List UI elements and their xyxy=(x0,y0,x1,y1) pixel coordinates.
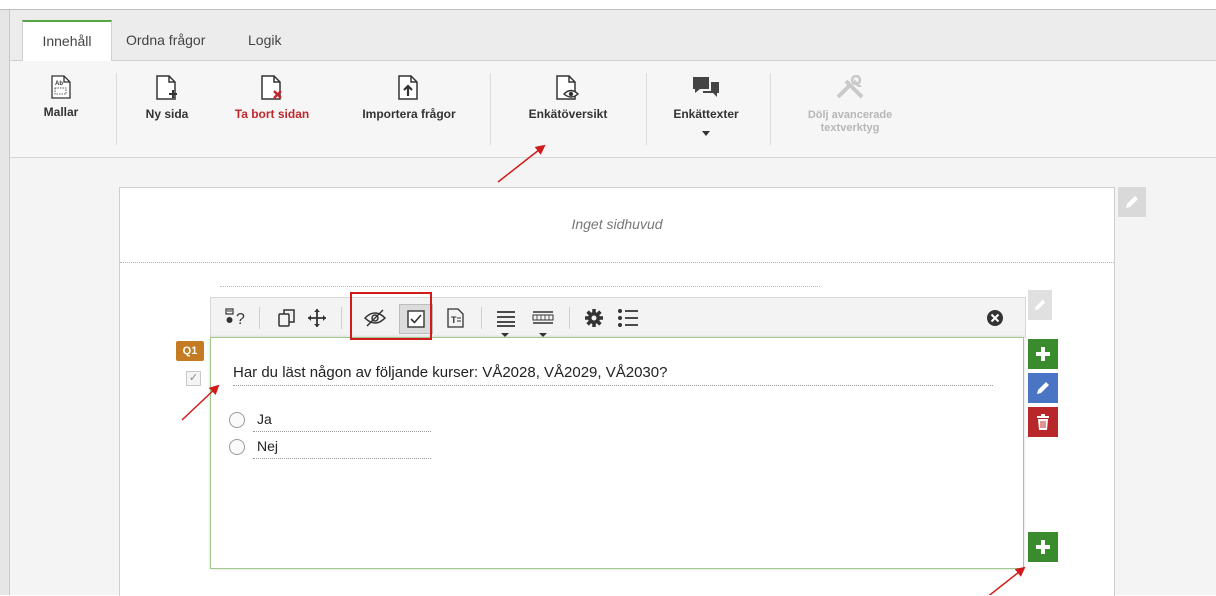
importera-fragor-label: Importera frågor xyxy=(362,107,456,121)
ta-bort-sidan-button[interactable]: Ta bort sidan xyxy=(226,75,318,121)
question-number-badge: Q1 xyxy=(176,341,204,361)
page-header-placeholder: Inget sidhuvud xyxy=(571,216,663,232)
ribbon-separator xyxy=(490,73,491,145)
mallar-button[interactable]: Ab Mallar xyxy=(36,75,86,119)
enkattexter-label: Enkättexter xyxy=(673,107,739,121)
pencil-icon xyxy=(1037,382,1049,394)
question-select-checkbox[interactable]: ✓ xyxy=(186,371,201,386)
survey-preview-icon xyxy=(556,75,580,100)
copy-icon[interactable] xyxy=(275,306,299,330)
toolbar-separator xyxy=(259,307,260,329)
tab-ordna-fragor[interactable]: Ordna frågor xyxy=(126,20,205,60)
dolj-label-line1: Dölj avancerade xyxy=(807,109,893,121)
question-title-underline xyxy=(233,385,993,386)
radio-button[interactable] xyxy=(229,412,245,428)
trash-icon xyxy=(1037,414,1049,430)
move-icon[interactable] xyxy=(305,306,329,330)
add-question-below-button[interactable] xyxy=(1028,532,1058,562)
dolj-avancerade-textverktyg-button[interactable]: Dölj avancerade textverktyg xyxy=(790,75,910,135)
ny-sida-label: Ny sida xyxy=(145,107,189,121)
pencil-icon xyxy=(1034,299,1046,311)
answer-option-label[interactable]: Ja xyxy=(257,411,272,427)
plus-icon xyxy=(1036,540,1050,554)
importera-fragor-button[interactable]: Importera frågor xyxy=(348,75,470,121)
chat-texts-icon xyxy=(693,77,719,97)
ny-sida-button[interactable]: Ny sida xyxy=(138,75,196,121)
ribbon-separator xyxy=(116,73,117,145)
tools-icon xyxy=(836,75,864,99)
answer-option-underline xyxy=(253,431,431,432)
pencil-icon xyxy=(1126,196,1138,208)
answer-option-label[interactable]: Nej xyxy=(257,438,278,454)
enkatoversikt-button[interactable]: Enkätöversikt xyxy=(516,75,620,121)
delete-question-button[interactable] xyxy=(1028,407,1058,437)
edit-question-pen-button[interactable] xyxy=(1028,290,1052,320)
svg-text:?: ? xyxy=(236,311,245,328)
dolj-label-line2: textverktyg xyxy=(820,122,880,134)
enkatoversikt-label: Enkätöversikt xyxy=(528,107,608,121)
import-icon xyxy=(398,75,418,100)
tab-bar: Innehåll Ordna frågor Logik xyxy=(10,10,1216,62)
ribbon-toolbar: Ab Mallar Ny sida Ta bort sidan Importer… xyxy=(10,61,1216,158)
template-icon: Ab xyxy=(51,75,71,99)
new-page-icon xyxy=(156,75,177,100)
question-top-divider xyxy=(220,286,820,287)
question-toolbar: ? T xyxy=(210,297,1026,338)
delete-page-icon xyxy=(261,75,282,100)
ta-bort-sidan-label: Ta bort sidan xyxy=(234,107,310,121)
svg-text:T: T xyxy=(451,315,457,325)
list-icon[interactable] xyxy=(615,306,641,330)
columns-icon[interactable] xyxy=(531,306,555,330)
settings-icon[interactable] xyxy=(583,306,605,330)
edit-header-button[interactable] xyxy=(1118,187,1146,217)
ribbon-separator xyxy=(646,73,647,145)
annotation-highlight-box xyxy=(350,292,432,340)
close-circle-icon[interactable] xyxy=(983,306,1007,330)
tab-innehall[interactable]: Innehåll xyxy=(22,20,112,62)
toolbar-separator xyxy=(341,307,342,329)
text-format-icon[interactable]: T xyxy=(445,306,467,330)
edit-question-button[interactable] xyxy=(1028,373,1058,403)
toolbar-separator xyxy=(569,307,570,329)
left-edge xyxy=(0,10,10,595)
question-type-icon[interactable]: ? xyxy=(225,306,251,330)
page-header-zone[interactable]: Inget sidhuvud xyxy=(120,188,1114,263)
ribbon-separator xyxy=(770,73,771,145)
radio-button[interactable] xyxy=(229,439,245,455)
answer-option-underline xyxy=(253,458,431,459)
enkattexter-button[interactable]: Enkättexter xyxy=(666,75,746,136)
add-question-button[interactable] xyxy=(1028,339,1058,369)
toolbar-separator xyxy=(481,307,482,329)
question-title[interactable]: Har du läst någon av följande kurser: VÅ… xyxy=(233,364,667,381)
mallar-label: Mallar xyxy=(43,105,79,119)
question-editor-box[interactable]: Har du läst någon av följande kurser: VÅ… xyxy=(210,337,1024,569)
align-list-icon[interactable] xyxy=(495,306,517,330)
tab-logik[interactable]: Logik xyxy=(248,20,281,60)
plus-icon xyxy=(1036,347,1050,361)
svg-text:Ab: Ab xyxy=(55,81,63,87)
chevron-down-icon[interactable] xyxy=(702,131,710,136)
